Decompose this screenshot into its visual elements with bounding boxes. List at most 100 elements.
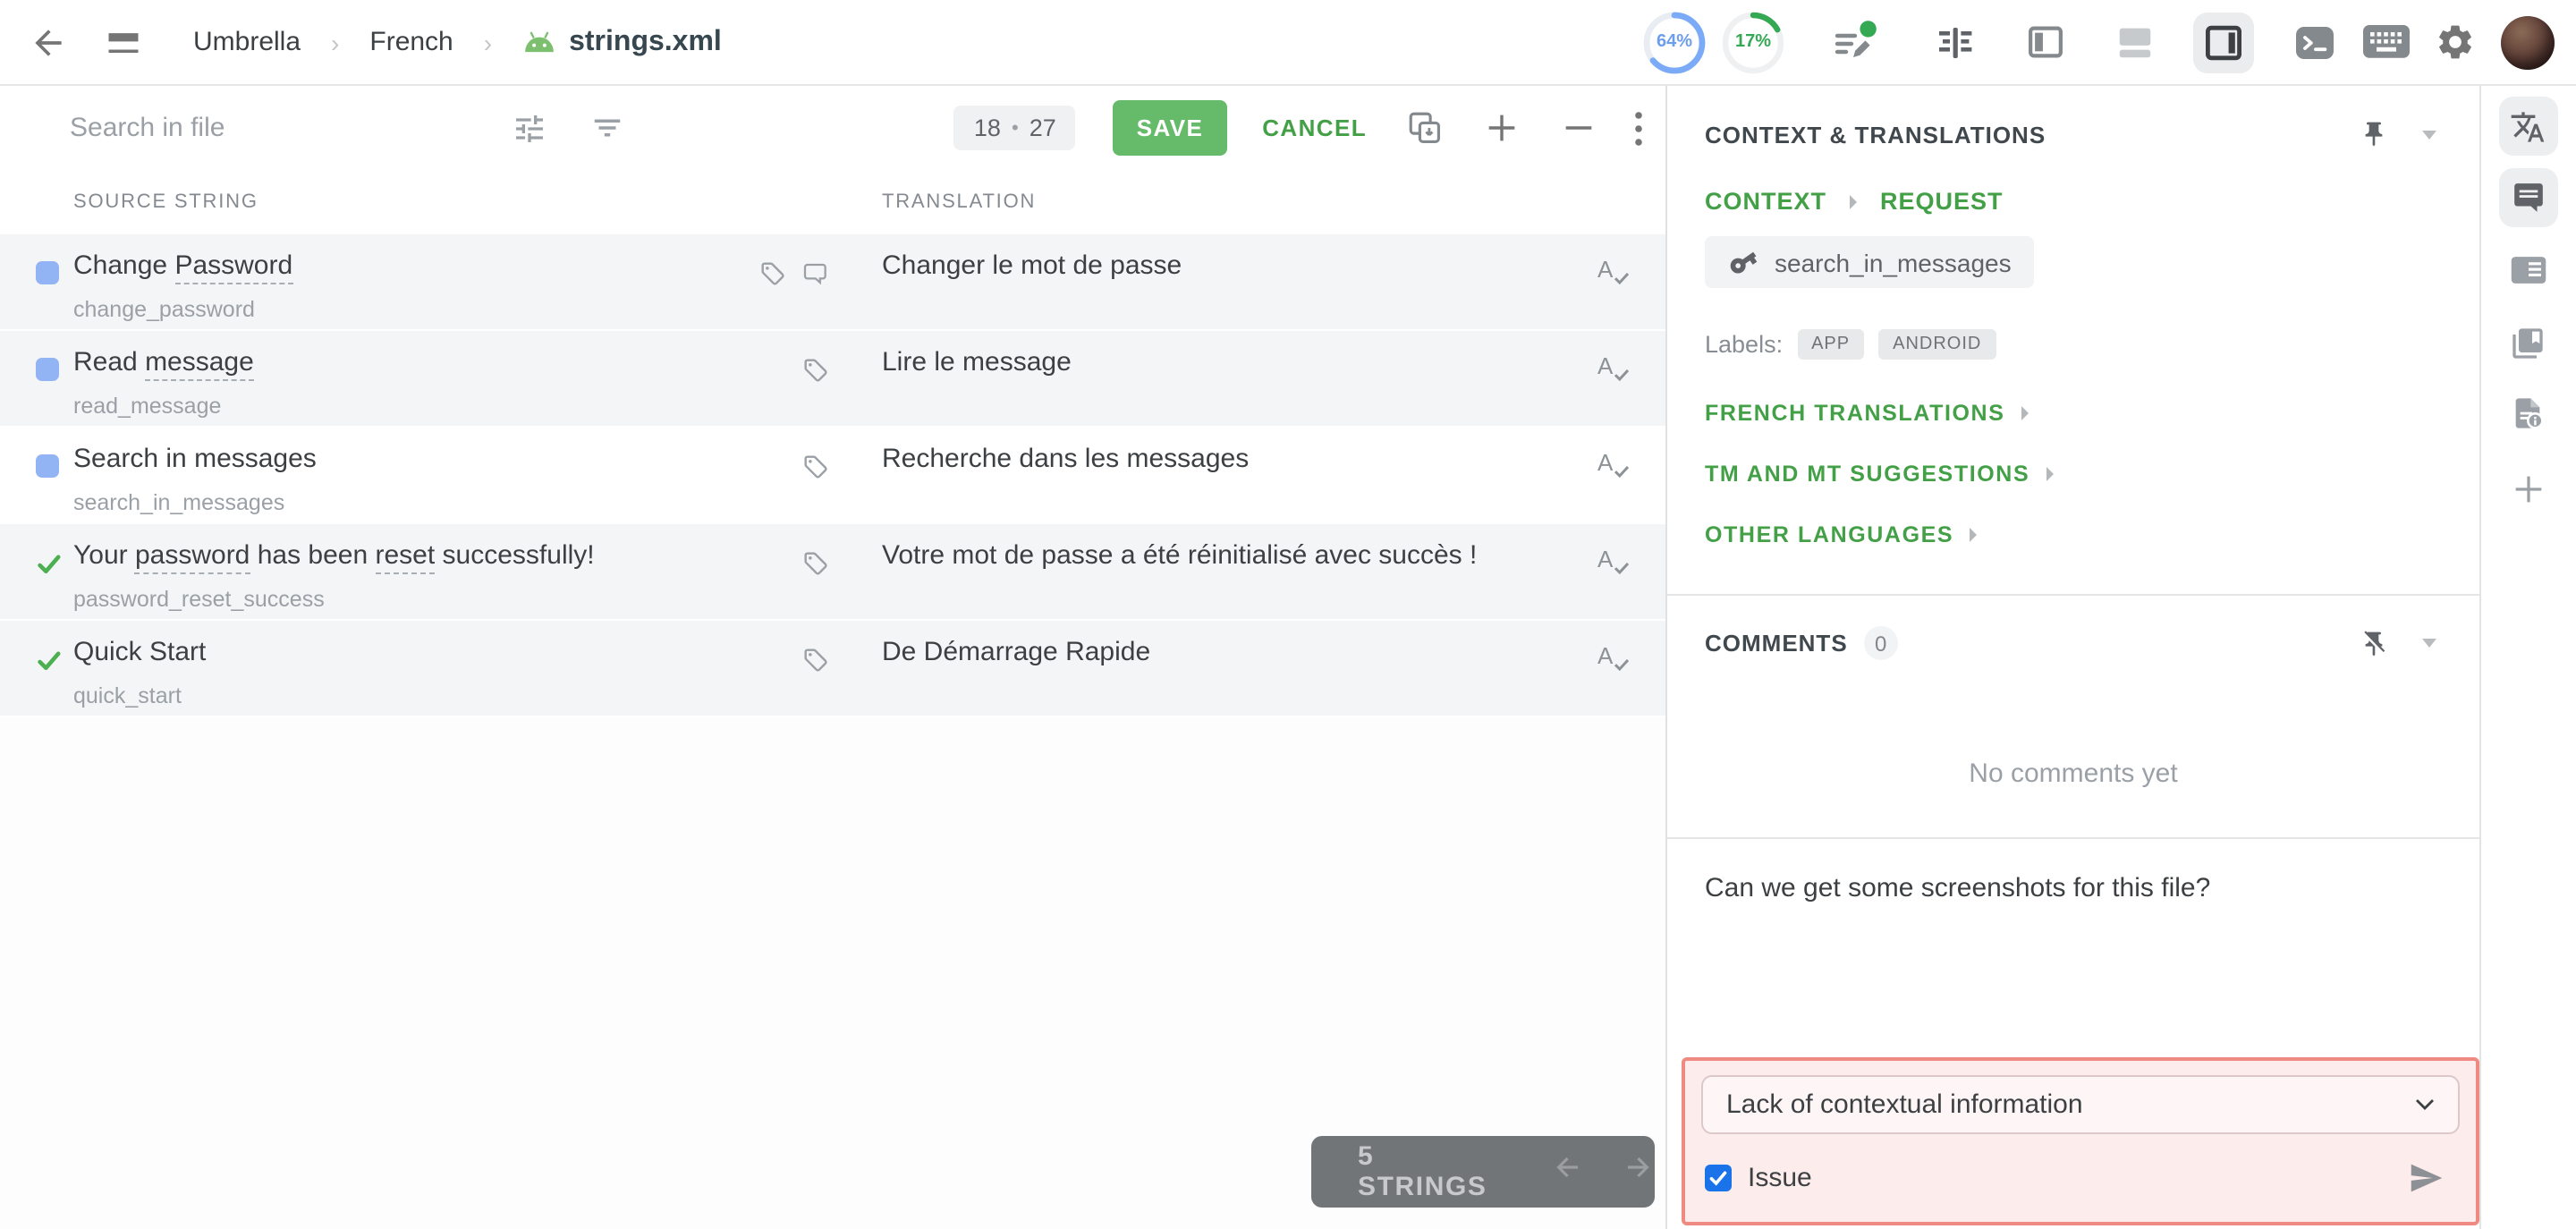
file-info-icon[interactable] [2510,395,2546,431]
translation-cell[interactable]: Changer le mot de passe [882,249,1551,284]
tag-icon[interactable] [801,453,830,490]
strings-table: Change Password change_password Changer … [0,234,1665,717]
search-input[interactable] [70,113,472,143]
translation-cell[interactable]: Lire le message [882,345,1551,381]
side-by-side-view-icon[interactable] [2014,12,2075,72]
zoom-out-icon[interactable] [1560,109,1597,147]
source-string-cell[interactable]: Read message read_message [73,345,735,419]
more-options-icon[interactable] [1633,108,1644,148]
string-key-chip[interactable]: search_in_messages [1705,236,2035,288]
cancel-button[interactable]: CANCEL [1262,114,1367,141]
section-french-translations[interactable]: FRENCH TRANSLATIONS [1667,401,2479,426]
unpin-icon[interactable] [2360,629,2388,657]
back-icon[interactable] [29,22,68,62]
row-icons [730,549,830,587]
source-string-cell[interactable]: Quick Start quick_start [73,635,735,708]
translated-status-icon [36,261,59,284]
approved-check-icon [36,551,63,578]
comments-count-badge: 0 [1863,626,1898,660]
table-row[interactable]: Your password has been reset successfull… [0,524,1665,621]
string-key: password_reset_success [73,587,325,612]
section-other-languages[interactable]: OTHER LANGUAGES [1667,522,2479,547]
copy-source-icon[interactable] [1406,109,1444,147]
strings-count-pill[interactable]: 5 STRINGS [1311,1136,1655,1208]
multilingual-view-icon[interactable] [2104,12,2165,72]
save-button[interactable]: SAVE [1113,100,1227,156]
previous-page-icon[interactable] [1551,1150,1585,1193]
breadcrumb-separator: › [483,28,493,56]
console-icon[interactable] [2293,21,2336,64]
glossary-term[interactable]: message [145,347,254,381]
label-chip[interactable]: ANDROID [1878,329,1996,360]
translated-status-icon [36,454,59,478]
chevron-right-icon [2021,406,2029,420]
tag-icon[interactable] [801,356,830,394]
column-translation: TRANSLATION [882,191,1037,213]
translations-panel-icon[interactable] [2498,97,2557,156]
string-key-value: search_in_messages [1775,248,2012,276]
panel-header: CONTEXT & TRANSLATIONS [1667,86,2479,148]
translated-progress-ring[interactable]: 64% [1642,10,1707,74]
zoom-in-icon[interactable] [1483,109,1521,147]
add-panel-icon[interactable] [2509,470,2546,508]
table-row[interactable]: Read message read_message Lire le messag… [0,331,1665,428]
source-string-text: Search in messages [73,444,317,474]
breadcrumb-file[interactable]: strings.xml [522,26,722,58]
context-link[interactable]: CONTEXT [1705,188,1826,215]
comment-bubble-icon[interactable] [801,259,830,297]
comfortable-view-icon[interactable] [1925,12,1986,72]
filter-icon[interactable] [590,111,624,145]
translation-cell[interactable]: De Démarrage Rapide [882,635,1551,671]
context-links: CONTEXT REQUEST [1667,188,2479,215]
table-row[interactable]: Search in messages search_in_messages Re… [0,428,1665,524]
glossary-terms-icon[interactable] [2510,326,2546,361]
side-panel-view-icon[interactable] [2193,12,2254,72]
table-row[interactable]: Quick Start quick_start De Démarrage Rap… [0,621,1665,717]
collapse-comments-icon[interactable] [2422,639,2436,648]
spellcheck-icon[interactable]: A [1597,640,1630,673]
menu-icon[interactable] [104,22,143,62]
strings-list-area: 18 • 27 SAVE CANCEL [0,86,1665,1229]
spellcheck-icon[interactable]: A [1597,351,1630,383]
glossary-term[interactable]: Password [174,250,293,284]
label-chip[interactable]: APP [1797,329,1865,360]
glossary-term[interactable]: reset [375,540,436,574]
source-string-cell[interactable]: Search in messages search_in_messages [73,442,735,515]
context-card-icon[interactable] [2509,254,2546,286]
issue-type-select[interactable]: Lack of contextual information [1701,1075,2460,1134]
tag-icon[interactable] [801,549,830,587]
breadcrumb-project[interactable]: Umbrella [193,27,301,57]
advanced-filter-icon[interactable] [512,110,547,146]
issue-checkbox[interactable] [1705,1165,1732,1191]
spellcheck-icon[interactable]: A [1597,544,1630,576]
pin-icon[interactable] [2360,120,2388,148]
labels-row: Labels: APP ANDROID [1667,329,2479,360]
next-page-icon[interactable] [1621,1150,1655,1193]
translated-percent: 64% [1656,32,1692,52]
comments-header: COMMENTS 0 [1667,626,2479,660]
spellcheck-icon[interactable]: A [1597,254,1630,286]
send-comment-icon[interactable] [2406,1157,2447,1199]
translation-cell[interactable]: Votre mot de passe a été réinitialisé av… [882,538,1551,574]
request-context-link[interactable]: REQUEST [1880,188,2004,215]
settings-gear-icon[interactable] [2435,21,2476,63]
glossary-term[interactable]: password [134,540,250,574]
table-row[interactable]: Change Password change_password Changer … [0,234,1665,331]
source-string-cell[interactable]: Change Password change_password [73,249,735,322]
section-tm-mt-suggestions[interactable]: TM AND MT SUGGESTIONS [1667,462,2479,487]
tag-icon[interactable] [758,259,787,297]
collapse-panel-icon[interactable] [2422,130,2436,139]
source-string-text: Quick Start [73,637,207,667]
comments-panel-icon[interactable] [2498,168,2557,227]
approved-progress-ring[interactable]: 17% [1721,10,1785,74]
breadcrumb-language[interactable]: French [369,27,453,57]
translation-cell[interactable]: Recherche dans les messages [882,442,1551,478]
user-avatar[interactable] [2501,15,2555,69]
spellcheck-icon[interactable]: A [1597,447,1630,479]
proofread-notes-icon[interactable] [1828,17,1878,67]
string-key: quick_start [73,683,182,708]
source-string-cell[interactable]: Your password has been reset successfull… [73,538,735,612]
comment-input[interactable]: Can we get some screenshots for this fil… [1667,839,2479,907]
tag-icon[interactable] [801,646,830,683]
keyboard-shortcuts-icon[interactable] [2363,25,2410,59]
